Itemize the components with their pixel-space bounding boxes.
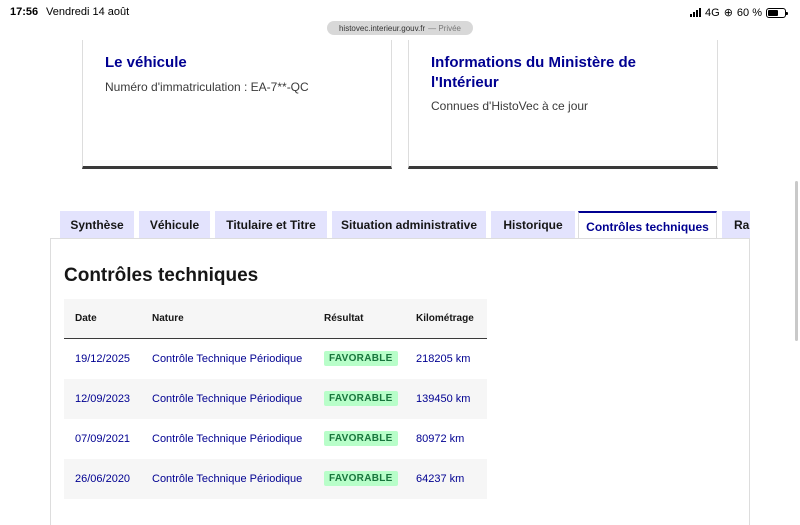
- cell-mileage: 218205 km: [416, 353, 471, 365]
- status-indicators: 4G ⊕ 60 %: [690, 6, 788, 19]
- tab-label: Titulaire et Titre: [226, 218, 316, 232]
- cell-mileage: 80972 km: [416, 433, 465, 445]
- result-badge: FAVORABLE: [324, 431, 398, 446]
- cell-mileage: 139450 km: [416, 393, 471, 405]
- cell-nature: Contrôle Technique Périodique: [152, 473, 303, 485]
- header-result: Résultat: [324, 313, 364, 324]
- tab-label: Rap: [734, 218, 750, 232]
- tab-label: Contrôles techniques: [586, 219, 709, 234]
- tab-situation-administrative[interactable]: Situation administrative: [332, 211, 486, 239]
- network-type: 4G: [705, 6, 720, 19]
- result-badge: FAVORABLE: [324, 391, 398, 406]
- cell-mileage: 64237 km: [416, 473, 465, 485]
- private-label: — Privée: [428, 23, 462, 33]
- vehicle-card: Le véhicule Numéro d'immatriculation : E…: [82, 40, 392, 169]
- cell-nature: Contrôle Technique Périodique: [152, 353, 303, 365]
- cell-nature: Contrôle Technique Périodique: [152, 393, 303, 405]
- cell-nature: Contrôle Technique Périodique: [152, 433, 303, 445]
- tab-label: Véhicule: [149, 218, 200, 232]
- cell-date: 07/09/2021: [75, 433, 131, 445]
- vehicle-card-title: Le véhicule: [105, 54, 187, 71]
- cell-date: 26/06/2020: [75, 473, 131, 485]
- tab-synthese[interactable]: Synthèse: [60, 211, 134, 239]
- table-row: 26/06/2020 Contrôle Technique Périodique…: [64, 459, 487, 499]
- tab-vehicule[interactable]: Véhicule: [139, 211, 210, 239]
- ministry-card-title: Informations du Ministère de l'Intérieur: [431, 54, 637, 91]
- table-row: 07/09/2021 Contrôle Technique Périodique…: [64, 419, 487, 459]
- tab-rapport[interactable]: Rap: [722, 211, 750, 239]
- page-scrollbar[interactable]: [795, 181, 798, 341]
- header-nature: Nature: [152, 313, 184, 324]
- result-badge: FAVORABLE: [324, 471, 398, 486]
- url-text: histovec.interieur.gouv.fr: [338, 23, 426, 33]
- table-row: 19/12/2025 Contrôle Technique Périodique…: [64, 339, 487, 379]
- battery-percent: 60 %: [736, 6, 762, 19]
- result-badge: FAVORABLE: [324, 351, 398, 366]
- header-mileage: Kilométrage: [416, 313, 474, 324]
- registration-number: Numéro d'immatriculation : EA-7**-QC: [105, 80, 309, 94]
- ministry-card: Informations du Ministère de l'Intérieur…: [408, 40, 718, 169]
- table-row: 12/09/2023 Contrôle Technique Périodique…: [64, 379, 487, 419]
- status-date: Vendredi 14 août: [46, 6, 130, 18]
- tab-panel-controles: Contrôles techniques Date Nature Résulta…: [50, 238, 750, 525]
- header-date: Date: [75, 313, 97, 324]
- tab-label: Historique: [503, 218, 563, 232]
- battery-icon: [766, 7, 788, 18]
- tab-historique[interactable]: Historique: [491, 211, 575, 239]
- cell-date: 12/09/2023: [75, 393, 131, 405]
- inspections-table: Date Nature Résultat Kilométrage 19/12/2…: [64, 299, 487, 499]
- status-time: 17:56: [10, 6, 39, 18]
- orientation-lock-icon: ⊕: [723, 7, 733, 19]
- tab-titulaire[interactable]: Titulaire et Titre: [215, 211, 327, 239]
- tab-list: Synthèse Véhicule Titulaire et Titre Sit…: [60, 211, 750, 239]
- ministry-card-description: Connues d'HistoVec à ce jour: [431, 99, 589, 113]
- panel-title: Contrôles techniques: [64, 265, 259, 286]
- address-bar[interactable]: histovec.interieur.gouv.fr — Privée: [327, 21, 473, 35]
- tab-label: Situation administrative: [340, 218, 478, 232]
- cell-date: 19/12/2025: [75, 353, 131, 365]
- tab-controles-techniques[interactable]: Contrôles techniques: [578, 211, 717, 239]
- tab-label: Synthèse: [70, 218, 124, 232]
- table-header: Date Nature Résultat Kilométrage: [64, 299, 487, 339]
- cellular-signal-icon: [690, 8, 702, 17]
